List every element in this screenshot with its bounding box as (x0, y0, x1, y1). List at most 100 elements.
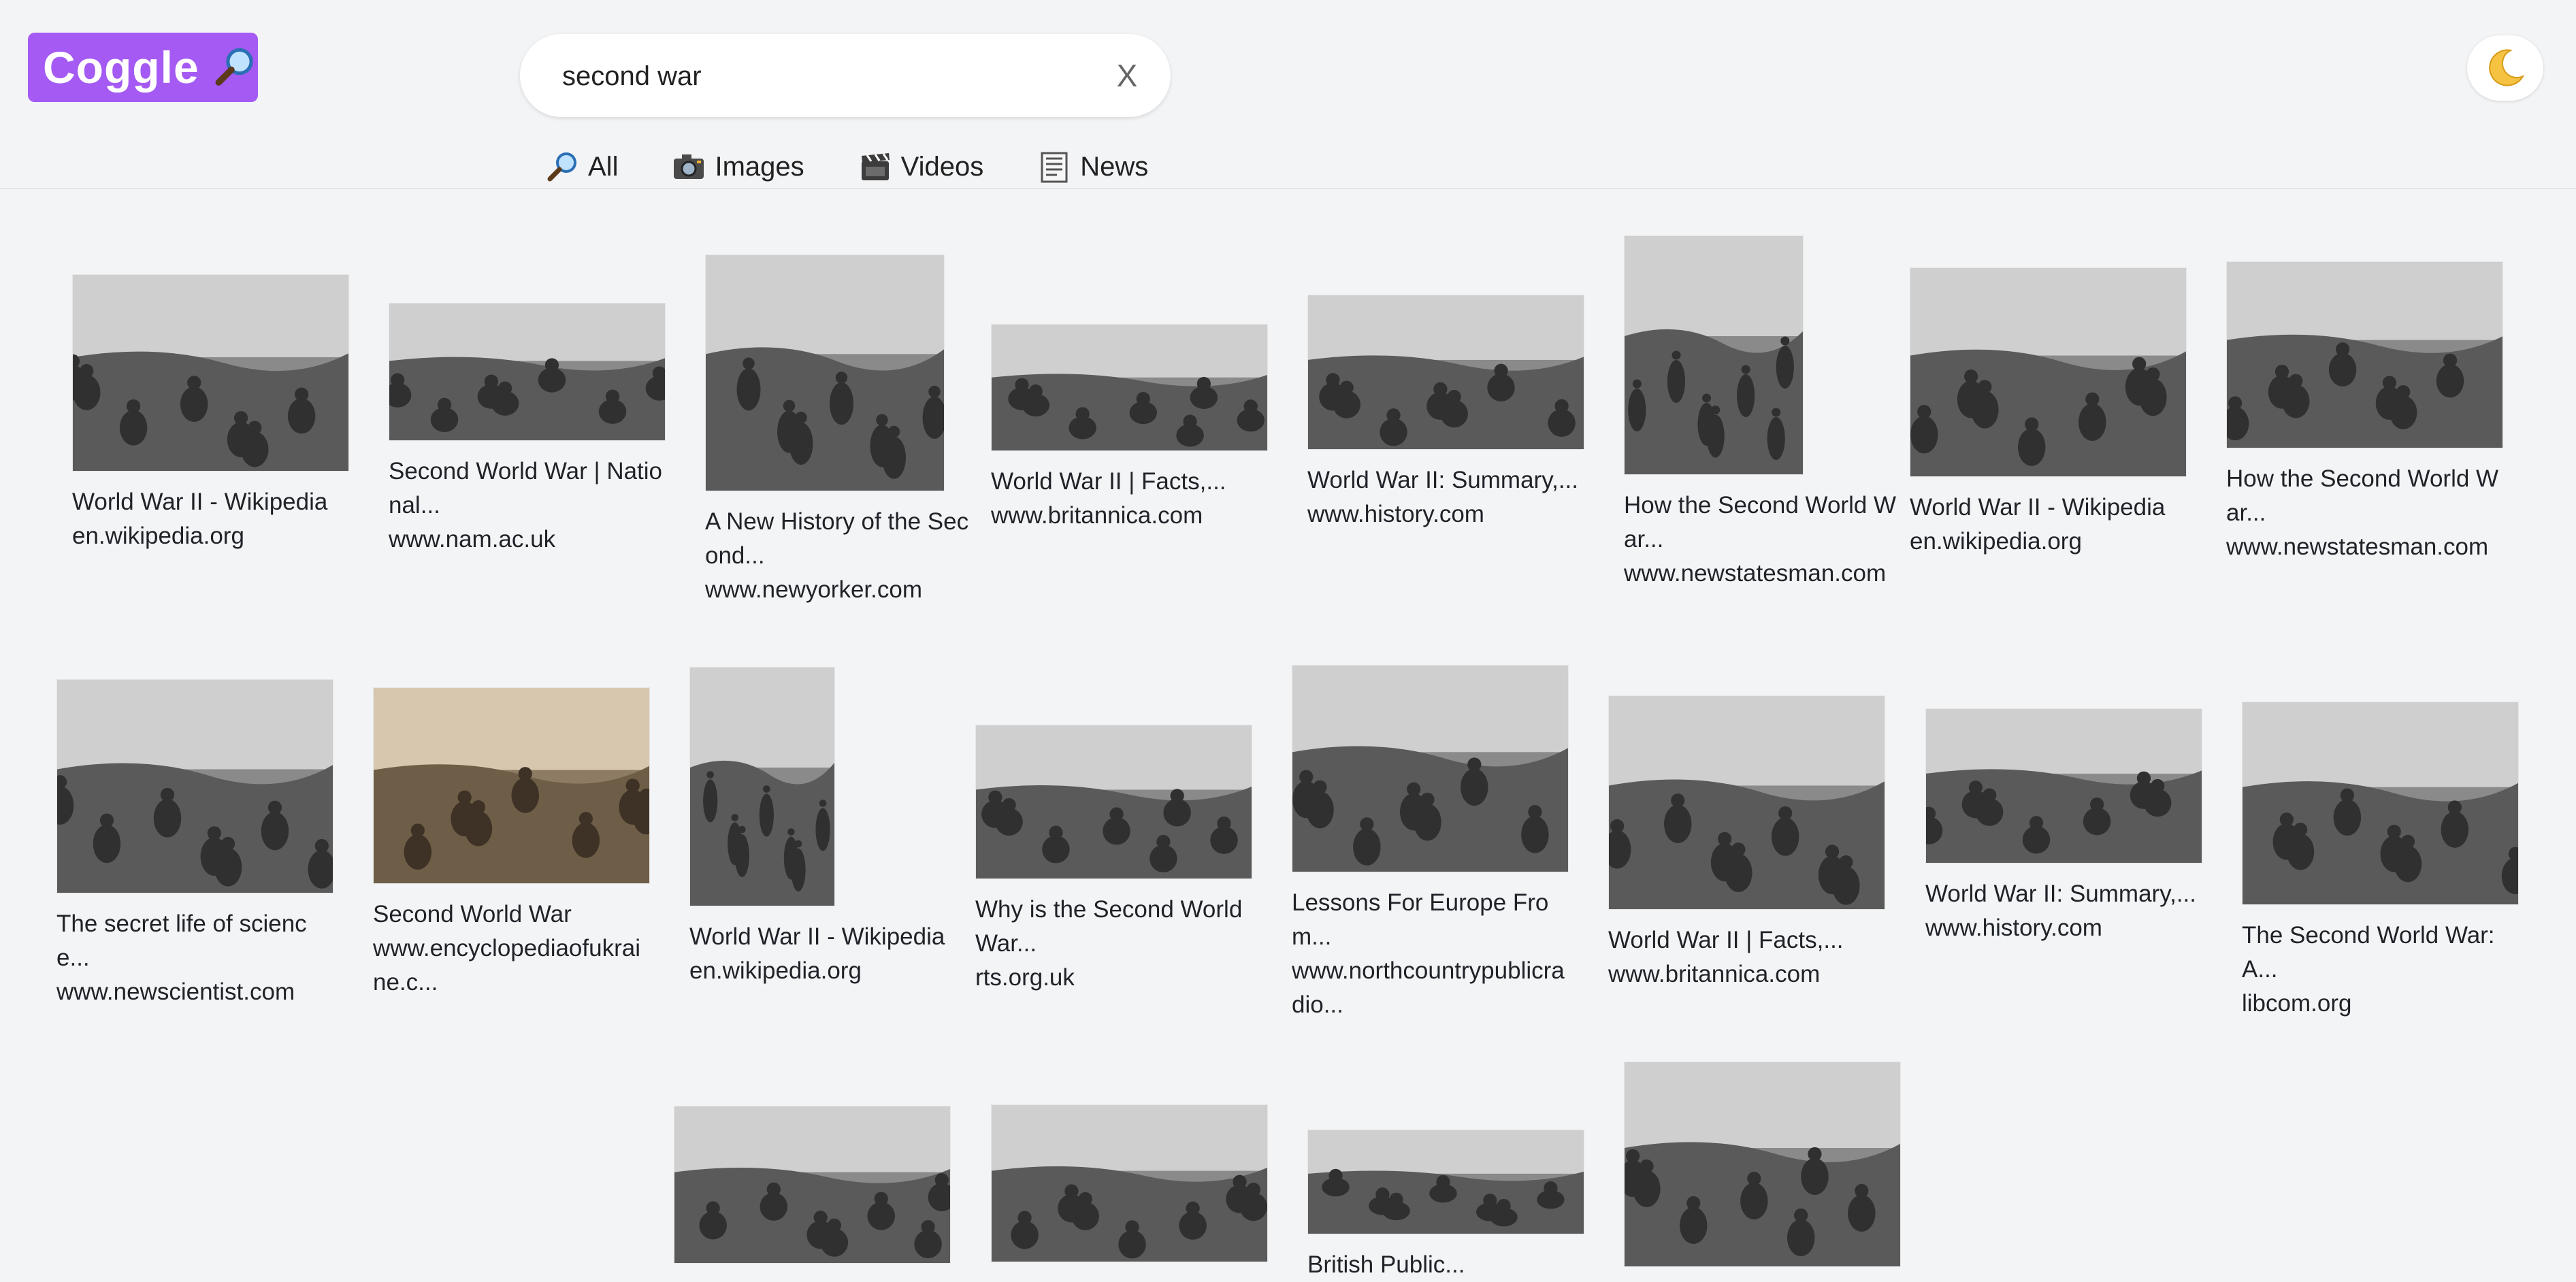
result-caption[interactable]: How the Second World War... www.newstates… (1624, 489, 1900, 591)
result-title[interactable]: World War II - Wikipedia (72, 485, 348, 519)
result-source: www.newstatesman.com (1624, 560, 1887, 587)
result-thumbnail-art (1625, 1062, 1900, 1266)
result-title[interactable]: How the Second World War... (1624, 489, 1900, 557)
result-thumbnail[interactable] (2242, 702, 2519, 905)
result-title[interactable]: British Public... (1307, 1248, 1583, 1282)
result-title[interactable]: World War II: Summary,... (1307, 463, 1583, 497)
result-thumbnail[interactable] (991, 324, 1268, 451)
result-thumbnail[interactable] (1292, 665, 1569, 872)
result-thumbnail-art (706, 255, 944, 491)
result-thumbnail[interactable] (991, 1104, 1268, 1262)
result-title[interactable]: World War II: Summary,... (1925, 877, 2201, 911)
result-thumbnail[interactable] (389, 303, 666, 441)
result-thumbnail-art (976, 725, 1252, 878)
result-source: www.history.com (1307, 501, 1484, 527)
result-source: en.wikipedia.org (72, 523, 244, 549)
result-caption[interactable]: Second World War | National... www.nam.ac… (389, 455, 664, 557)
result-thumbnail[interactable] (1608, 695, 1885, 910)
search-input[interactable] (561, 34, 1081, 118)
result-thumbnail[interactable] (674, 1106, 951, 1264)
result-title[interactable]: The Second World War: A... (2242, 919, 2517, 987)
header: Coggle X All Images (0, 0, 2576, 189)
result-caption[interactable]: Second World War www.encyclopediaofukrain… (373, 898, 649, 1000)
result-source: www.britannica.com (1608, 961, 1821, 987)
result-thumbnail[interactable] (1307, 1130, 1584, 1234)
result-thumbnail[interactable] (56, 679, 333, 893)
result-title[interactable]: World War II - Wikipedia (1910, 491, 2185, 525)
result-caption[interactable]: World War II - Wikipedia en.wikipedia.org (689, 920, 965, 988)
result-title[interactable]: A New History of the Second... (705, 505, 981, 573)
result-source: www.newstatesman.com (2226, 533, 2489, 560)
result-caption[interactable]: World War II - Wikipedia en.wikipedia.org (72, 485, 348, 553)
tab-images[interactable]: Images (671, 146, 804, 188)
theme-toggle-button[interactable] (2467, 35, 2543, 101)
result-caption[interactable]: World War II | Facts,... www.britannica.c… (991, 465, 1267, 533)
result-title[interactable]: The secret life of science... (56, 907, 332, 975)
result-title[interactable]: World War II | Facts,... (1608, 923, 1884, 957)
crescent-moon-icon (2489, 49, 2525, 86)
result-thumbnail-art (1308, 295, 1584, 449)
result-thumbnail[interactable] (975, 725, 1252, 879)
result-thumbnail-art (1926, 709, 2202, 863)
result-thumbnail[interactable] (1624, 235, 1804, 475)
result-title[interactable]: Why is the Second World War... (975, 893, 1251, 961)
result-source: en.wikipedia.org (689, 957, 862, 984)
result-thumbnail[interactable] (1925, 708, 2202, 864)
result-thumbnail-art (1308, 1130, 1584, 1234)
result-thumbnail-art (2227, 262, 2502, 448)
result-caption[interactable]: World War II: Summary,... www.history.com (1307, 463, 1583, 531)
result-caption[interactable]: The secret life of science... www.newscie… (56, 907, 332, 1009)
result-thumbnail[interactable] (1307, 295, 1584, 450)
result-source: www.northcountrypublicradio... (1292, 957, 1565, 1018)
result-title[interactable]: Second World War | National... (389, 455, 664, 523)
result-thumbnail-art (1625, 236, 1803, 474)
tab-videos[interactable]: Videos (858, 146, 983, 188)
result-source: www.newyorker.com (705, 576, 922, 603)
result-thumbnail-art (2243, 702, 2518, 904)
camera-icon (674, 154, 704, 179)
result-thumbnail-art (674, 1106, 950, 1263)
result-source: libcom.org (2242, 990, 2352, 1017)
result-thumbnail[interactable] (705, 254, 945, 491)
result-thumbnail-art (374, 688, 649, 883)
logo[interactable]: Coggle (28, 33, 258, 102)
result-caption[interactable]: World War II | Facts,... www.britannica.c… (1608, 923, 1884, 991)
result-thumbnail[interactable] (1910, 267, 2187, 477)
tab-label: All (588, 151, 619, 182)
magnifier-icon (215, 48, 253, 86)
result-source: www.newscientist.com (56, 979, 295, 1005)
result-title[interactable]: Lessons For Europe From... (1292, 886, 1567, 954)
result-caption[interactable]: British Public... (1307, 1248, 1583, 1282)
result-title[interactable]: World War II | Facts,... (991, 465, 1267, 499)
result-caption[interactable]: Lessons For Europe From... www.northcount… (1292, 886, 1567, 1022)
newspaper-icon (1041, 152, 1068, 183)
result-source: www.britannica.com (991, 502, 1203, 529)
tab-all[interactable]: All (544, 146, 618, 188)
result-thumbnail[interactable] (72, 274, 349, 472)
result-thumbnail[interactable] (2226, 261, 2503, 448)
magnifier-icon (547, 152, 576, 182)
result-thumbnail-art (1910, 268, 2186, 476)
search-box: X (520, 34, 1171, 118)
result-caption[interactable]: Why is the Second World War... rts.org.uk (975, 893, 1251, 995)
result-thumbnail[interactable] (689, 667, 835, 906)
tab-news[interactable]: News (1037, 146, 1148, 188)
search-type-tabs: All Images Videos News (544, 146, 1201, 188)
result-caption[interactable]: The Second World War: A... libcom.org (2242, 919, 2517, 1021)
result-source: rts.org.uk (975, 964, 1075, 991)
film-clapper-icon (861, 153, 890, 180)
tab-label: Images (715, 151, 804, 182)
result-caption[interactable]: A New History of the Second... www.newyor… (705, 505, 981, 607)
result-thumbnail-art (1292, 665, 1568, 872)
result-caption[interactable]: World War II: Summary,... www.history.com (1925, 877, 2201, 945)
result-caption[interactable]: World War II - Wikipedia en.wikipedia.org (1910, 491, 2185, 559)
result-source: www.history.com (1925, 915, 2102, 941)
result-title[interactable]: Second World War (373, 898, 649, 932)
result-title[interactable]: World War II - Wikipedia (689, 920, 965, 954)
result-source: www.encyclopediaofukraine.c... (373, 935, 640, 996)
result-title[interactable]: How the Second World War... (2226, 462, 2502, 530)
result-caption[interactable]: How the Second World War... www.newstates… (2226, 462, 2502, 564)
result-thumbnail[interactable] (1624, 1062, 1901, 1267)
clear-search-button[interactable]: X (1107, 53, 1147, 98)
result-thumbnail[interactable] (373, 687, 650, 884)
